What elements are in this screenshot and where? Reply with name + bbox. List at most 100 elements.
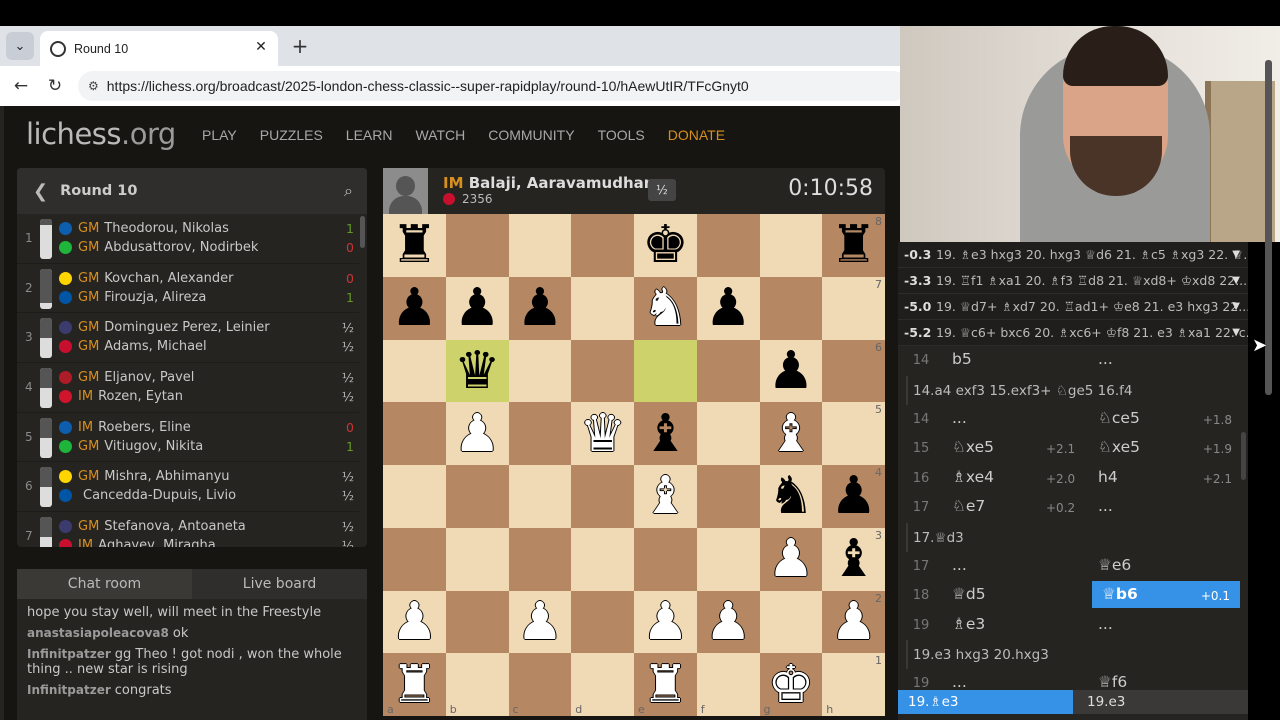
games-scrollbar[interactable]	[360, 216, 365, 248]
square-f5[interactable]	[696, 402, 760, 465]
square-c6[interactable]	[508, 339, 572, 403]
black-move[interactable]: ♕b6	[1102, 585, 1138, 603]
square-e6[interactable]	[634, 339, 697, 403]
square-b5[interactable]: ♟	[445, 402, 509, 465]
square-f3[interactable]	[696, 527, 760, 591]
game-row[interactable]: 4 GM Eljanov, Pavel ½ IM Rozen, Eytan ½	[17, 363, 359, 413]
square-d6[interactable]	[571, 339, 634, 403]
chevron-left-icon[interactable]: ❮	[33, 181, 48, 202]
black-pawn-icon[interactable]: ♟	[768, 345, 815, 397]
square-a2[interactable]: ♟	[383, 590, 446, 654]
white-knight-icon[interactable]: ♞	[642, 282, 689, 334]
square-f6[interactable]	[696, 339, 760, 403]
expand-triangle-icon[interactable]: ▼	[1232, 275, 1240, 286]
square-h6[interactable]: 6	[822, 339, 885, 403]
square-f4[interactable]	[696, 465, 760, 528]
square-f2[interactable]: ♟	[696, 590, 760, 654]
square-e4[interactable]: ♝	[634, 465, 697, 528]
square-d7[interactable]	[571, 276, 634, 340]
square-h8[interactable]: ♜ 8	[822, 214, 885, 277]
white-pawn-icon[interactable]: ♟	[768, 533, 815, 585]
square-c1[interactable]: c	[508, 653, 572, 716]
square-d4[interactable]	[571, 465, 634, 528]
square-b8[interactable]	[445, 214, 509, 277]
selected-move[interactable]: ♕b6 +0.1	[1092, 581, 1240, 608]
black-pawn-icon[interactable]: ♟	[705, 282, 752, 334]
square-e2[interactable]: ♟	[634, 590, 697, 654]
black-pawn-icon[interactable]: ♟	[830, 470, 877, 522]
square-g5[interactable]: ♝	[759, 402, 823, 465]
black-rook-icon[interactable]: ♜	[830, 219, 877, 271]
game-row[interactable]: 2 GM Kovchan, Alexander 0 GM Firouzja, Alirez…	[17, 264, 359, 314]
square-d2[interactable]	[571, 590, 634, 654]
square-d8[interactable]	[571, 214, 634, 277]
reload-icon[interactable]: ↻	[44, 76, 66, 96]
game-row[interactable]: 5 IM Roebers, Eline 0 GM Vitiugov, Nikita 1	[17, 413, 359, 463]
black-king-icon[interactable]: ♚	[642, 219, 689, 271]
engine-line[interactable]: -0.3 19. ♗e3 hxg3 20. hxg3 ♕d6 21. ♗c5 ♗x…	[898, 242, 1248, 268]
square-a3[interactable]	[383, 527, 446, 591]
black-move[interactable]: ♘xe5	[1098, 438, 1140, 456]
square-b2[interactable]	[445, 590, 509, 654]
square-f7[interactable]: ♟	[696, 276, 760, 340]
square-h7[interactable]: 7	[822, 276, 885, 340]
square-g4[interactable]: ♞	[759, 465, 823, 528]
black-move[interactable]: h4	[1098, 468, 1118, 486]
chat-user[interactable]: anastasiapoleacova8	[27, 626, 169, 640]
square-e3[interactable]	[634, 527, 697, 591]
square-a8[interactable]: ♜	[383, 214, 446, 277]
expand-triangle-icon[interactable]: ▼	[1232, 327, 1240, 338]
site-logo[interactable]: lichess.org	[26, 117, 176, 151]
white-king-icon[interactable]: ♚	[768, 659, 815, 711]
nav-puzzles[interactable]: PUZZLES	[260, 127, 323, 143]
nav-community[interactable]: COMMUNITY	[488, 127, 574, 143]
square-h4[interactable]: ♟ 4	[822, 465, 885, 528]
black-bishop-icon[interactable]: ♝	[830, 533, 877, 585]
square-e8[interactable]: ♚	[634, 214, 697, 277]
game-row[interactable]: 6 GM Mishra, Abhimanyu ½ Cancedda-Dupuis, Li…	[17, 462, 359, 513]
black-move[interactable]: ♕f6	[1098, 673, 1127, 691]
square-c8[interactable]	[508, 214, 572, 277]
white-pawn-icon[interactable]: ♟	[705, 596, 752, 648]
search-icon[interactable]: ⌕	[344, 181, 353, 201]
square-h3[interactable]: ♝ 3	[822, 527, 885, 591]
engine-line[interactable]: -5.0 19. ♕d7+ ♗xd7 20. ♖ad1+ ♔e8 21. e3 h…	[898, 294, 1248, 320]
black-rook-icon[interactable]: ♜	[391, 219, 438, 271]
move-choice-1[interactable]: 19.♗e3	[898, 690, 1073, 714]
square-h2[interactable]: ♟ 2	[822, 590, 885, 654]
square-c4[interactable]	[508, 465, 572, 528]
expand-triangle-icon[interactable]: ▼	[1232, 301, 1240, 312]
nav-learn[interactable]: LEARN	[346, 127, 393, 143]
square-a5[interactable]	[383, 402, 446, 465]
square-c2[interactable]: ♟	[508, 590, 572, 654]
square-g6[interactable]: ♟	[759, 339, 823, 403]
nav-tools[interactable]: TOOLS	[598, 127, 645, 143]
square-g7[interactable]	[759, 276, 823, 340]
square-a7[interactable]: ♟	[383, 276, 446, 340]
white-pawn-icon[interactable]: ♟	[830, 596, 877, 648]
tab-list-button[interactable]: ⌄	[6, 32, 34, 60]
square-g2[interactable]	[759, 590, 823, 654]
movelist-scrollbar[interactable]	[1241, 432, 1246, 480]
square-f1[interactable]: f	[696, 653, 760, 716]
white-move[interactable]: ♗e3	[952, 615, 985, 633]
white-pawn-icon[interactable]: ♟	[391, 596, 438, 648]
square-e5[interactable]: ♝	[634, 402, 697, 465]
chat-user[interactable]: Infinitpatzer	[27, 683, 111, 697]
expand-triangle-icon[interactable]: ▼	[1232, 249, 1240, 260]
square-a4[interactable]	[383, 465, 446, 528]
engine-line[interactable]: -5.2 19. ♕c6+ bxc6 20. ♗xc6+ ♔f8 21. e3 ♗…	[898, 320, 1248, 346]
back-arrow-icon[interactable]: ←	[10, 76, 32, 96]
white-move[interactable]: ♕d5	[952, 585, 986, 603]
white-move[interactable]: ♘xe5	[952, 438, 994, 456]
square-g3[interactable]: ♟	[759, 527, 823, 591]
white-pawn-icon[interactable]: ♟	[454, 408, 501, 460]
url-field[interactable]: ⚙ https://lichess.org/broadcast/2025-lon…	[78, 71, 908, 101]
white-rook-icon[interactable]: ♜	[391, 659, 438, 711]
white-move[interactable]: b5	[952, 350, 972, 368]
white-rook-icon[interactable]: ♜	[642, 659, 689, 711]
square-a1[interactable]: ♜ a	[383, 653, 446, 716]
player-name[interactable]: IM Balaji, Aaravamudhan	[443, 174, 654, 192]
square-g1[interactable]: ♚ g	[759, 653, 823, 716]
nav-play[interactable]: PLAY	[202, 127, 237, 143]
